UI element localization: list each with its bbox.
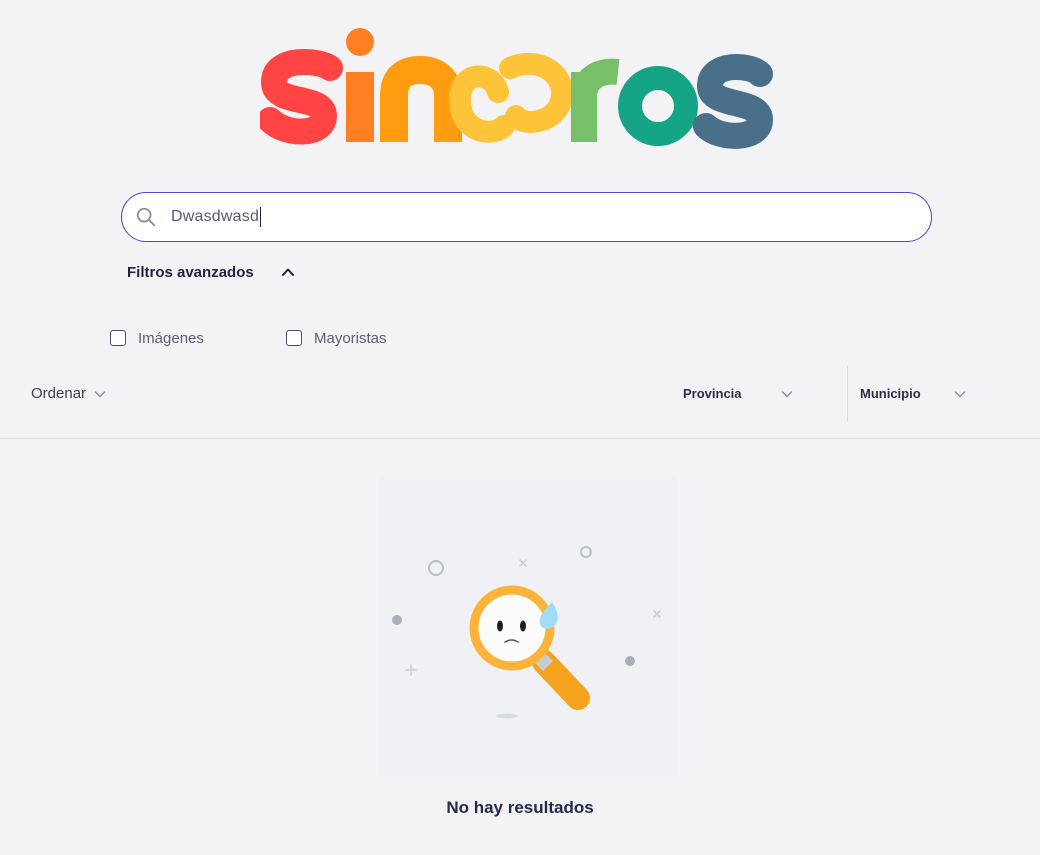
empty-state-illustration <box>378 476 678 776</box>
select-divider <box>847 366 848 422</box>
search-bar[interactable]: Dwasdwasd <box>121 192 932 242</box>
page: Dwasdwasd Filtros avanzados Imágenes May… <box>0 0 1040 855</box>
wholesalers-filter[interactable]: Mayoristas <box>286 328 387 348</box>
images-checkbox[interactable] <box>110 330 126 346</box>
images-checkbox-label: Imágenes <box>138 329 204 347</box>
images-filter[interactable]: Imágenes <box>110 328 204 348</box>
search-input[interactable]: Dwasdwasd <box>171 208 259 226</box>
province-label: Provincia <box>683 386 742 401</box>
chevron-down-icon <box>781 390 792 397</box>
brand-logo[interactable] <box>0 20 1040 160</box>
sort-dropdown[interactable]: Ordenar <box>31 385 106 402</box>
sort-label: Ordenar <box>31 385 87 402</box>
toolbar-divider <box>0 438 1040 439</box>
municipality-select[interactable]: Municipio <box>860 386 966 401</box>
advanced-filters-toggle[interactable]: Filtros avanzados <box>127 261 295 283</box>
wholesalers-checkbox[interactable] <box>286 330 302 346</box>
sinceros-logo-icon <box>260 28 774 149</box>
magnifier-sad-face-icon <box>392 546 661 719</box>
municipality-label: Municipio <box>860 386 921 401</box>
chevron-down-icon <box>94 390 106 397</box>
chevron-down-icon <box>954 390 965 397</box>
province-select[interactable]: Provincia <box>683 386 793 401</box>
empty-results-message: No hay resultados <box>446 798 594 817</box>
search-icon <box>136 207 156 227</box>
advanced-filters-label: Filtros avanzados <box>127 263 254 281</box>
text-caret <box>260 207 262 227</box>
wholesalers-checkbox-label: Mayoristas <box>314 329 387 347</box>
chevron-up-icon <box>281 268 294 276</box>
